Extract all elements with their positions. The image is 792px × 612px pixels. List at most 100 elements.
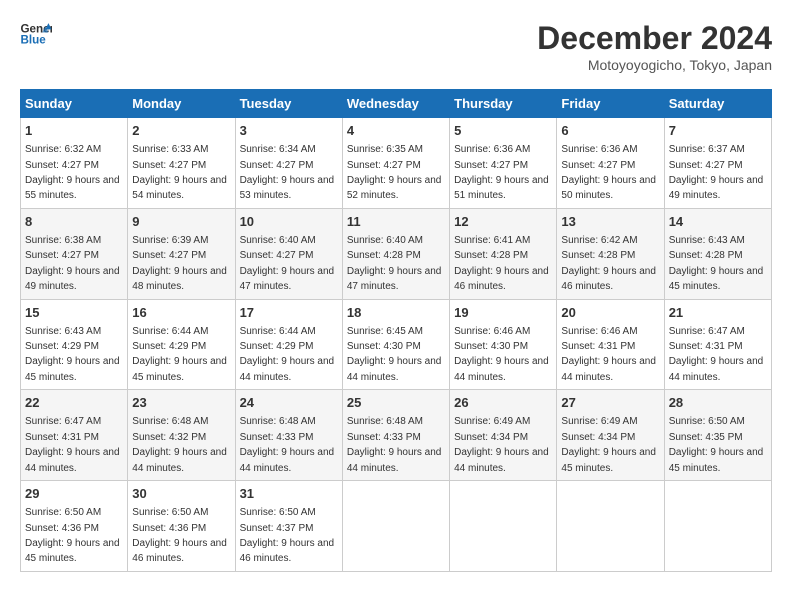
day-cell-28: 28 Sunrise: 6:50 AMSunset: 4:35 PMDayligh… bbox=[664, 390, 771, 481]
day-number: 1 bbox=[25, 122, 123, 140]
day-number: 15 bbox=[25, 304, 123, 322]
logo-icon: General Blue bbox=[20, 20, 52, 48]
day-cell-9: 9 Sunrise: 6:39 AMSunset: 4:27 PMDaylight… bbox=[128, 208, 235, 299]
day-info: Sunrise: 6:44 AMSunset: 4:29 PMDaylight:… bbox=[132, 326, 227, 383]
day-cell-27: 27 Sunrise: 6:49 AMSunset: 4:34 PMDayligh… bbox=[557, 390, 664, 481]
day-info: Sunrise: 6:33 AMSunset: 4:27 PMDaylight:… bbox=[132, 144, 227, 201]
day-number: 3 bbox=[240, 122, 338, 140]
day-number: 24 bbox=[240, 394, 338, 412]
day-info: Sunrise: 6:38 AMSunset: 4:27 PMDaylight:… bbox=[25, 235, 120, 292]
day-cell-21: 21 Sunrise: 6:47 AMSunset: 4:31 PMDayligh… bbox=[664, 299, 771, 390]
day-cell-13: 13 Sunrise: 6:42 AMSunset: 4:28 PMDayligh… bbox=[557, 208, 664, 299]
day-info: Sunrise: 6:50 AMSunset: 4:35 PMDaylight:… bbox=[669, 416, 764, 473]
day-info: Sunrise: 6:35 AMSunset: 4:27 PMDaylight:… bbox=[347, 144, 442, 201]
day-info: Sunrise: 6:36 AMSunset: 4:27 PMDaylight:… bbox=[561, 144, 656, 201]
day-number: 8 bbox=[25, 213, 123, 231]
day-cell-4: 4Sunrise: 6:35 AMSunset: 4:27 PMDaylight… bbox=[342, 118, 449, 209]
day-info: Sunrise: 6:40 AMSunset: 4:27 PMDaylight:… bbox=[240, 235, 335, 292]
day-number: 29 bbox=[25, 485, 123, 503]
day-info: Sunrise: 6:47 AMSunset: 4:31 PMDaylight:… bbox=[669, 326, 764, 383]
day-info: Sunrise: 6:50 AMSunset: 4:36 PMDaylight:… bbox=[132, 507, 227, 564]
day-number: 17 bbox=[240, 304, 338, 322]
day-number: 27 bbox=[561, 394, 659, 412]
day-cell-10: 10 Sunrise: 6:40 AMSunset: 4:27 PMDayligh… bbox=[235, 208, 342, 299]
col-friday: Friday bbox=[557, 90, 664, 118]
day-info: Sunrise: 6:37 AMSunset: 4:27 PMDaylight:… bbox=[669, 144, 764, 201]
day-cell-6: 6 Sunrise: 6:36 AMSunset: 4:27 PMDaylight… bbox=[557, 118, 664, 209]
calendar-week-4: 22 Sunrise: 6:47 AMSunset: 4:31 PMDayligh… bbox=[21, 390, 772, 481]
day-info: Sunrise: 6:40 AMSunset: 4:28 PMDaylight:… bbox=[347, 235, 442, 292]
day-info: Sunrise: 6:47 AMSunset: 4:31 PMDaylight:… bbox=[25, 416, 120, 473]
day-cell-3: 3 Sunrise: 6:34 AMSunset: 4:27 PMDaylight… bbox=[235, 118, 342, 209]
day-number: 16 bbox=[132, 304, 230, 322]
calendar-week-5: 29 Sunrise: 6:50 AMSunset: 4:36 PMDayligh… bbox=[21, 481, 772, 572]
day-cell-20: 20 Sunrise: 6:46 AMSunset: 4:31 PMDayligh… bbox=[557, 299, 664, 390]
svg-text:Blue: Blue bbox=[20, 33, 46, 46]
day-number: 7 bbox=[669, 122, 767, 140]
day-info: Sunrise: 6:50 AMSunset: 4:36 PMDaylight:… bbox=[25, 507, 120, 564]
day-cell-26: 26 Sunrise: 6:49 AMSunset: 4:34 PMDayligh… bbox=[450, 390, 557, 481]
day-info: Sunrise: 6:49 AMSunset: 4:34 PMDaylight:… bbox=[561, 416, 656, 473]
day-cell-7: 7 Sunrise: 6:37 AMSunset: 4:27 PMDaylight… bbox=[664, 118, 771, 209]
day-info: Sunrise: 6:45 AMSunset: 4:30 PMDaylight:… bbox=[347, 326, 442, 383]
day-info: Sunrise: 6:43 AMSunset: 4:29 PMDaylight:… bbox=[25, 326, 120, 383]
day-number: 9 bbox=[132, 213, 230, 231]
day-info: Sunrise: 6:48 AMSunset: 4:33 PMDaylight:… bbox=[347, 416, 442, 473]
header: General Blue December 2024 Motoyoyogicho… bbox=[20, 20, 772, 73]
day-number: 20 bbox=[561, 304, 659, 322]
calendar-table: Sunday Monday Tuesday Wednesday Thursday… bbox=[20, 89, 772, 572]
day-number: 5 bbox=[454, 122, 552, 140]
day-cell-11: 11 Sunrise: 6:40 AMSunset: 4:28 PMDayligh… bbox=[342, 208, 449, 299]
col-saturday: Saturday bbox=[664, 90, 771, 118]
col-thursday: Thursday bbox=[450, 90, 557, 118]
day-info: Sunrise: 6:44 AMSunset: 4:29 PMDaylight:… bbox=[240, 326, 335, 383]
empty-cell bbox=[342, 481, 449, 572]
day-number: 31 bbox=[240, 485, 338, 503]
day-info: Sunrise: 6:50 AMSunset: 4:37 PMDaylight:… bbox=[240, 507, 335, 564]
day-info: Sunrise: 6:49 AMSunset: 4:34 PMDaylight:… bbox=[454, 416, 549, 473]
day-cell-17: 17 Sunrise: 6:44 AMSunset: 4:29 PMDayligh… bbox=[235, 299, 342, 390]
calendar-week-1: 1Sunrise: 6:32 AMSunset: 4:27 PMDaylight… bbox=[21, 118, 772, 209]
day-info: Sunrise: 6:48 AMSunset: 4:32 PMDaylight:… bbox=[132, 416, 227, 473]
location-subtitle: Motoyoyogicho, Tokyo, Japan bbox=[537, 57, 772, 73]
header-row: Sunday Monday Tuesday Wednesday Thursday… bbox=[21, 90, 772, 118]
logo: General Blue bbox=[20, 20, 52, 48]
day-number: 10 bbox=[240, 213, 338, 231]
day-info: Sunrise: 6:46 AMSunset: 4:31 PMDaylight:… bbox=[561, 326, 656, 383]
day-number: 25 bbox=[347, 394, 445, 412]
day-cell-18: 18Sunrise: 6:45 AMSunset: 4:30 PMDayligh… bbox=[342, 299, 449, 390]
day-number: 23 bbox=[132, 394, 230, 412]
day-number: 13 bbox=[561, 213, 659, 231]
day-number: 2 bbox=[132, 122, 230, 140]
day-number: 28 bbox=[669, 394, 767, 412]
day-cell-14: 14Sunrise: 6:43 AMSunset: 4:28 PMDayligh… bbox=[664, 208, 771, 299]
day-number: 30 bbox=[132, 485, 230, 503]
day-cell-16: 16 Sunrise: 6:44 AMSunset: 4:29 PMDayligh… bbox=[128, 299, 235, 390]
day-cell-31: 31 Sunrise: 6:50 AMSunset: 4:37 PMDayligh… bbox=[235, 481, 342, 572]
day-info: Sunrise: 6:34 AMSunset: 4:27 PMDaylight:… bbox=[240, 144, 335, 201]
day-number: 6 bbox=[561, 122, 659, 140]
day-number: 26 bbox=[454, 394, 552, 412]
day-cell-25: 25 Sunrise: 6:48 AMSunset: 4:33 PMDayligh… bbox=[342, 390, 449, 481]
calendar-week-3: 15 Sunrise: 6:43 AMSunset: 4:29 PMDayligh… bbox=[21, 299, 772, 390]
empty-cell bbox=[664, 481, 771, 572]
day-number: 22 bbox=[25, 394, 123, 412]
day-cell-12: 12Sunrise: 6:41 AMSunset: 4:28 PMDayligh… bbox=[450, 208, 557, 299]
day-info: Sunrise: 6:48 AMSunset: 4:33 PMDaylight:… bbox=[240, 416, 335, 473]
day-cell-1: 1Sunrise: 6:32 AMSunset: 4:27 PMDaylight… bbox=[21, 118, 128, 209]
empty-cell bbox=[450, 481, 557, 572]
title-area: December 2024 Motoyoyogicho, Tokyo, Japa… bbox=[537, 20, 772, 73]
day-number: 19 bbox=[454, 304, 552, 322]
day-number: 21 bbox=[669, 304, 767, 322]
day-cell-22: 22 Sunrise: 6:47 AMSunset: 4:31 PMDayligh… bbox=[21, 390, 128, 481]
day-cell-19: 19Sunrise: 6:46 AMSunset: 4:30 PMDayligh… bbox=[450, 299, 557, 390]
day-cell-8: 8 Sunrise: 6:38 AMSunset: 4:27 PMDaylight… bbox=[21, 208, 128, 299]
day-number: 11 bbox=[347, 213, 445, 231]
day-info: Sunrise: 6:41 AMSunset: 4:28 PMDaylight:… bbox=[454, 235, 549, 292]
day-info: Sunrise: 6:43 AMSunset: 4:28 PMDaylight:… bbox=[669, 235, 764, 292]
day-info: Sunrise: 6:42 AMSunset: 4:28 PMDaylight:… bbox=[561, 235, 656, 292]
day-info: Sunrise: 6:39 AMSunset: 4:27 PMDaylight:… bbox=[132, 235, 227, 292]
day-cell-24: 24 Sunrise: 6:48 AMSunset: 4:33 PMDayligh… bbox=[235, 390, 342, 481]
col-tuesday: Tuesday bbox=[235, 90, 342, 118]
day-cell-23: 23 Sunrise: 6:48 AMSunset: 4:32 PMDayligh… bbox=[128, 390, 235, 481]
